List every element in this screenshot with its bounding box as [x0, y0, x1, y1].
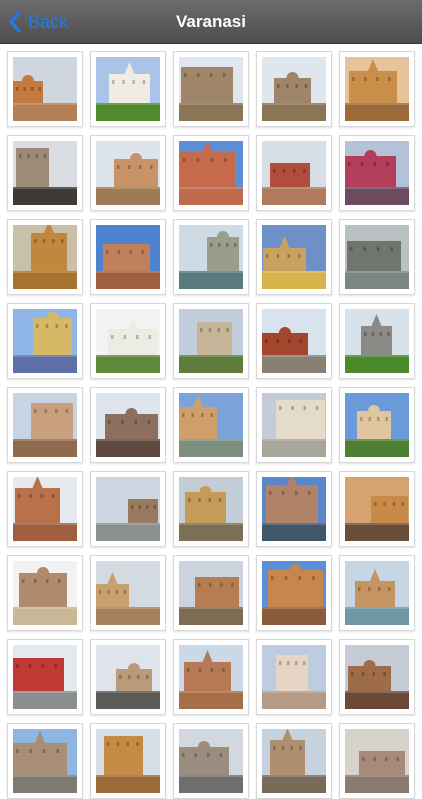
- photo-thumbnail[interactable]: [7, 51, 83, 127]
- photo-image: [96, 729, 160, 793]
- photo-thumbnail[interactable]: [7, 723, 83, 799]
- photo-thumbnail[interactable]: [256, 723, 332, 799]
- photo-image: [262, 477, 326, 541]
- photo-thumbnail[interactable]: [7, 639, 83, 715]
- photo-image: [345, 57, 409, 121]
- photo-thumbnail[interactable]: [90, 135, 166, 211]
- photo-image: [179, 309, 243, 373]
- photo-thumbnail[interactable]: [256, 135, 332, 211]
- photo-image: [13, 645, 77, 709]
- photo-image: [179, 645, 243, 709]
- photo-thumbnail[interactable]: [90, 303, 166, 379]
- photo-image: [13, 477, 77, 541]
- back-button[interactable]: Back: [8, 0, 68, 44]
- photo-thumbnail[interactable]: [7, 387, 83, 463]
- photo-image: [262, 645, 326, 709]
- photo-image: [179, 477, 243, 541]
- photo-thumbnail[interactable]: [173, 51, 249, 127]
- photo-image: [262, 309, 326, 373]
- photo-image: [345, 393, 409, 457]
- photo-thumbnail[interactable]: [90, 51, 166, 127]
- photo-image: [262, 141, 326, 205]
- photo-image: [262, 393, 326, 457]
- photo-image: [345, 561, 409, 625]
- photo-image: [179, 393, 243, 457]
- photo-image: [345, 477, 409, 541]
- photo-image: [96, 57, 160, 121]
- photo-image: [179, 225, 243, 289]
- photo-image: [13, 57, 77, 121]
- photo-thumbnail[interactable]: [339, 303, 415, 379]
- photo-image: [96, 561, 160, 625]
- photo-thumbnail[interactable]: [173, 135, 249, 211]
- photo-image: [13, 393, 77, 457]
- back-button-label: Back: [28, 11, 69, 32]
- photo-image: [345, 141, 409, 205]
- photo-thumbnail[interactable]: [256, 639, 332, 715]
- photo-thumbnail[interactable]: [256, 387, 332, 463]
- photo-image: [262, 225, 326, 289]
- photo-thumbnail[interactable]: [90, 219, 166, 295]
- photo-thumbnail[interactable]: [7, 219, 83, 295]
- photo-thumbnail[interactable]: [7, 555, 83, 631]
- photo-thumbnail[interactable]: [7, 135, 83, 211]
- photo-thumbnail[interactable]: [173, 303, 249, 379]
- photo-image: [345, 645, 409, 709]
- photo-image: [179, 561, 243, 625]
- photo-image: [262, 729, 326, 793]
- photo-image: [262, 57, 326, 121]
- photo-image: [96, 225, 160, 289]
- photo-image: [179, 729, 243, 793]
- photo-thumbnail[interactable]: [173, 219, 249, 295]
- photo-image: [13, 309, 77, 373]
- photo-thumbnail[interactable]: [256, 471, 332, 547]
- photo-image: [96, 477, 160, 541]
- photo-image: [13, 561, 77, 625]
- photo-thumbnail[interactable]: [339, 219, 415, 295]
- photo-image: [96, 309, 160, 373]
- photo-thumbnail[interactable]: [90, 555, 166, 631]
- photo-thumbnail[interactable]: [339, 135, 415, 211]
- photo-grid: [7, 51, 415, 799]
- photo-thumbnail[interactable]: [173, 723, 249, 799]
- photo-thumbnail[interactable]: [90, 723, 166, 799]
- chevron-left-icon: [9, 11, 21, 33]
- photo-thumbnail[interactable]: [256, 219, 332, 295]
- photo-image: [96, 645, 160, 709]
- photo-thumbnail[interactable]: [173, 555, 249, 631]
- photo-image: [345, 225, 409, 289]
- photo-thumbnail[interactable]: [173, 639, 249, 715]
- photo-thumbnail[interactable]: [339, 387, 415, 463]
- photo-image: [96, 393, 160, 457]
- photo-image: [13, 141, 77, 205]
- photo-thumbnail[interactable]: [7, 303, 83, 379]
- photo-thumbnail[interactable]: [339, 555, 415, 631]
- photo-thumbnail[interactable]: [7, 471, 83, 547]
- photo-thumbnail[interactable]: [339, 471, 415, 547]
- navigation-bar: Back Varanasi: [0, 0, 422, 44]
- photo-thumbnail[interactable]: [256, 303, 332, 379]
- photo-image: [345, 309, 409, 373]
- photo-thumbnail[interactable]: [90, 471, 166, 547]
- photo-thumbnail[interactable]: [339, 51, 415, 127]
- photo-image: [13, 225, 77, 289]
- photo-image: [262, 561, 326, 625]
- photo-thumbnail[interactable]: [339, 723, 415, 799]
- photo-thumbnail[interactable]: [90, 387, 166, 463]
- photo-image: [179, 141, 243, 205]
- photo-thumbnail[interactable]: [90, 639, 166, 715]
- photo-thumbnail[interactable]: [256, 51, 332, 127]
- photo-thumbnail[interactable]: [256, 555, 332, 631]
- photo-thumbnail[interactable]: [173, 387, 249, 463]
- photo-image: [345, 729, 409, 793]
- photo-image: [96, 141, 160, 205]
- photo-thumbnail[interactable]: [339, 639, 415, 715]
- photo-thumbnail[interactable]: [173, 471, 249, 547]
- photo-image: [179, 57, 243, 121]
- photo-image: [13, 729, 77, 793]
